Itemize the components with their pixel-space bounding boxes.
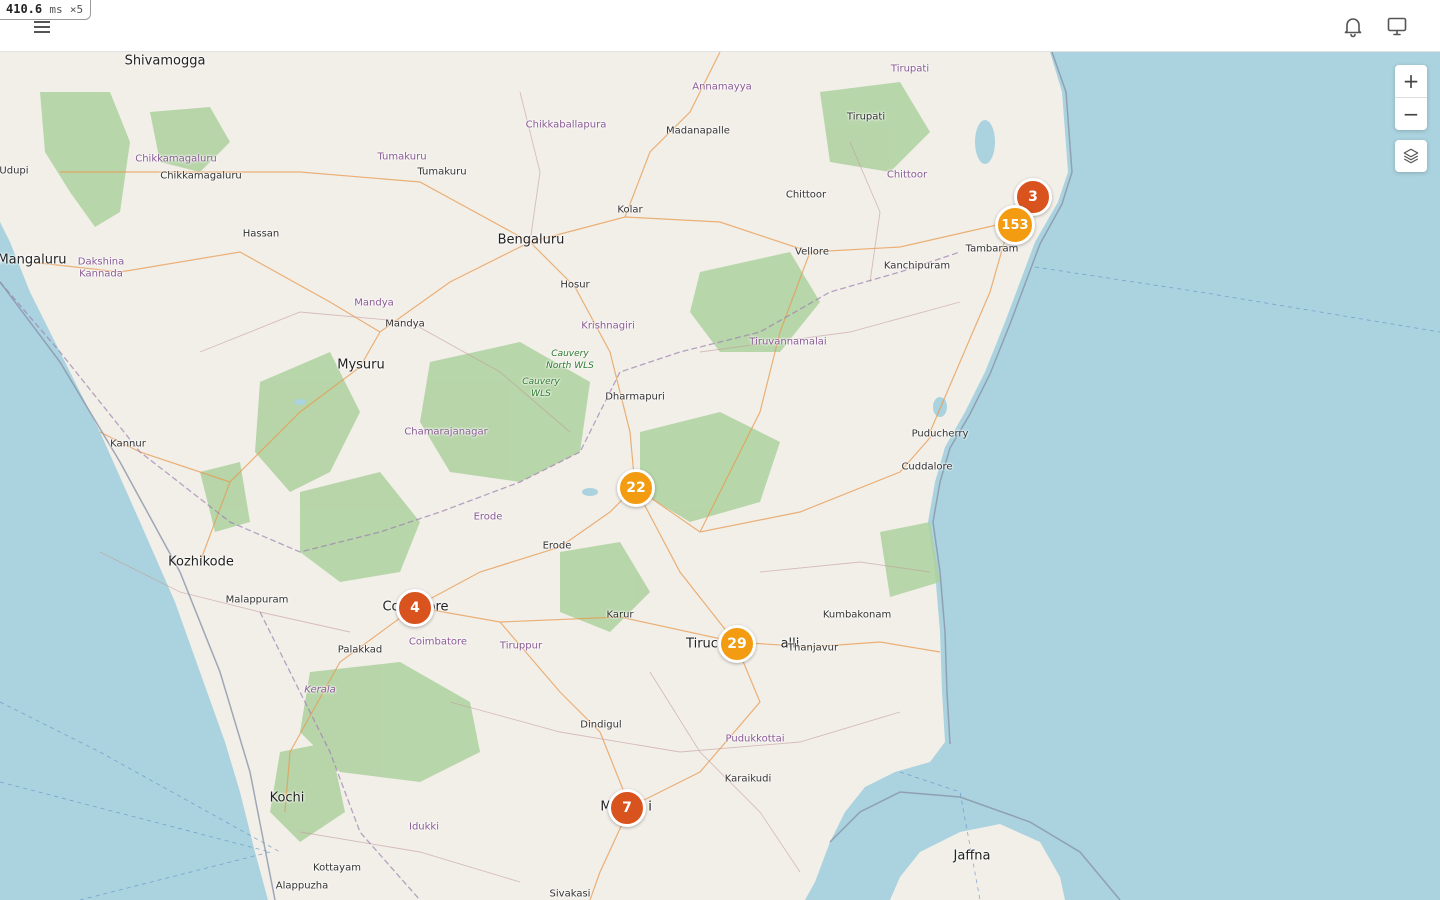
top-bar <box>0 0 1440 52</box>
monitor-icon[interactable] <box>1385 14 1409 38</box>
marker-cluster[interactable]: 7 <box>608 789 646 827</box>
hamburger-menu-icon[interactable] <box>32 18 52 34</box>
marker-cluster[interactable]: 4 <box>396 589 434 627</box>
layers-button[interactable] <box>1395 140 1427 172</box>
map-canvas[interactable]: Shivamogga Tirupati Annamayya Chikkaballapu… <box>0 52 1440 900</box>
perf-value: 410.6 <box>6 2 43 16</box>
marker-cluster[interactable]: 153 <box>995 205 1035 245</box>
performance-readout: 410.6 ms ×5 <box>0 0 92 20</box>
zoom-in-button[interactable]: + <box>1395 65 1427 97</box>
app-root: 410.6 ms ×5 Shivamogga Tirupati Annamayy… <box>0 0 1440 900</box>
land-area <box>0 52 1068 900</box>
zoom-control: + − <box>1395 65 1427 130</box>
map-base-layer <box>0 52 1440 900</box>
marker-cluster[interactable]: 29 <box>718 625 756 663</box>
perf-unit: ms <box>49 3 63 16</box>
marker-cluster[interactable]: 22 <box>617 469 655 507</box>
bell-icon[interactable] <box>1341 14 1365 38</box>
perf-multiplier: ×5 <box>69 3 84 16</box>
zoom-out-button[interactable]: − <box>1395 97 1427 130</box>
layers-icon <box>1403 148 1419 164</box>
